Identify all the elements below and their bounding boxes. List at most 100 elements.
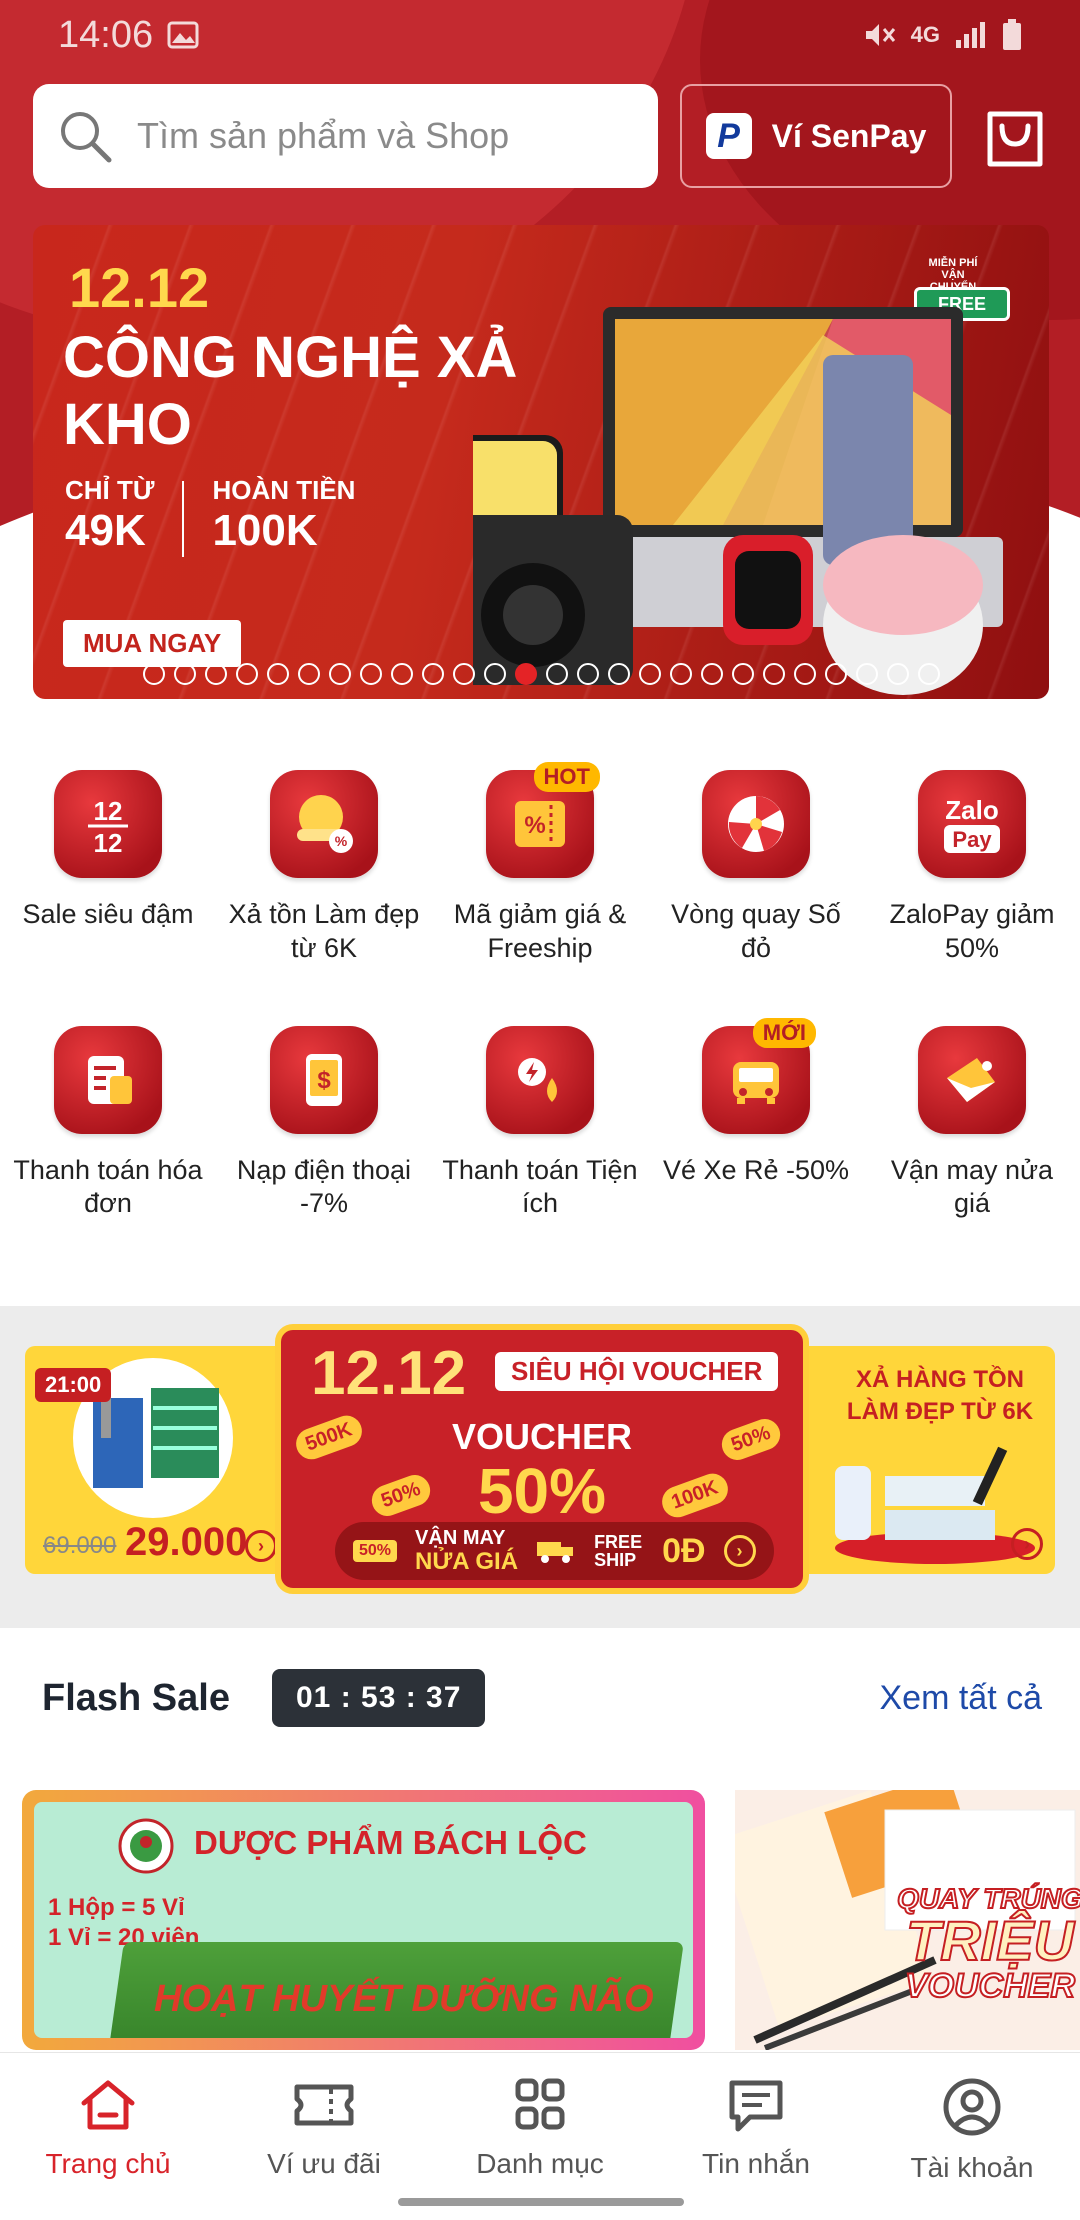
sale-1212-icon: 12 12 bbox=[54, 770, 162, 878]
svg-text:Zalo: Zalo bbox=[945, 795, 998, 825]
nav-item[interactable]: Danh mục bbox=[432, 2053, 648, 2220]
carousel-dot[interactable] bbox=[421, 663, 444, 685]
brand-logo-icon bbox=[118, 1818, 174, 1874]
carousel-dot[interactable] bbox=[483, 663, 506, 685]
category-item[interactable]: MỚI Vé Xe Rẻ -50% bbox=[648, 1017, 864, 1222]
category-label: Vé Xe Rẻ -50% bbox=[662, 1154, 850, 1185]
carousel-dot[interactable] bbox=[669, 663, 692, 685]
svg-text:%: % bbox=[335, 833, 348, 849]
senpay-wallet-button[interactable]: P Ví SenPay bbox=[680, 84, 952, 188]
category-item[interactable]: Thanh toán hóa đơn bbox=[0, 1025, 216, 1222]
beauty-clearance-icon: % bbox=[270, 770, 378, 878]
nav-label: Tài khoản bbox=[910, 2152, 1034, 2183]
carousel-dot[interactable] bbox=[328, 663, 351, 685]
product1-line1: 1 Hộp = 5 Vỉ bbox=[48, 1894, 185, 1921]
category-badge: HOT bbox=[533, 762, 600, 792]
carousel-dot[interactable] bbox=[700, 663, 723, 685]
clearance-title: XẢ HÀNG TỒN LÀM ĐẸP TỪ 6K bbox=[846, 1366, 1034, 1426]
carousel-dot[interactable] bbox=[204, 663, 227, 685]
signal-icon bbox=[956, 22, 985, 48]
carousel-dot[interactable] bbox=[886, 663, 909, 685]
carousel-dot[interactable] bbox=[855, 663, 878, 685]
svg-text:12: 12 bbox=[94, 796, 123, 826]
clearance-arrow-icon[interactable]: › bbox=[1011, 1528, 1043, 1560]
category-item[interactable]: Vòng quay Số đỏ bbox=[648, 770, 864, 966]
nav-item[interactable]: Ví ưu đãi bbox=[216, 2053, 432, 2220]
shopping-bag-icon[interactable] bbox=[982, 100, 1048, 170]
search-input[interactable]: Tìm sản phẩm và Shop bbox=[33, 84, 658, 188]
carousel-dot[interactable] bbox=[266, 663, 289, 685]
search-placeholder: Tìm sản phẩm và Shop bbox=[137, 115, 510, 156]
nav-item[interactable]: Trang chủ bbox=[0, 2053, 216, 2220]
carousel-dot[interactable] bbox=[390, 663, 413, 685]
beauty-products-image bbox=[835, 1446, 1035, 1564]
flash-sale-product-card-2[interactable]: QUAY TRÚNG TRIỆU VOUCHER bbox=[735, 1790, 1080, 2050]
bottom-navigation: Trang chủ Ví ưu đãi Danh mục Tin nhắn Tài kh… bbox=[0, 2052, 1080, 2220]
voucher-center-panel[interactable]: 12.12 SIÊU HỘI VOUCHER VOUCHER 50% 500K … bbox=[275, 1324, 809, 1594]
senpay-logo-icon: P bbox=[705, 113, 752, 159]
status-time: 14:06 bbox=[58, 13, 154, 56]
carousel-dot[interactable] bbox=[762, 663, 785, 685]
category-item[interactable]: Vận may nửa giá bbox=[864, 1025, 1080, 1222]
banner-cashback-value: 100K bbox=[212, 506, 318, 555]
carousel-dot[interactable] bbox=[514, 663, 537, 685]
half-price-luck-icon bbox=[918, 1025, 1026, 1134]
carousel-dot[interactable] bbox=[235, 663, 258, 685]
tech-products-illustration bbox=[473, 307, 1003, 695]
category-item[interactable]: % Xả tồn Làm đẹp từ 6K bbox=[216, 770, 432, 966]
lucky-voucher-badge: QUAY TRÚNG TRIỆU VOUCHER bbox=[896, 1883, 1080, 2005]
flash-sale-header: Flash Sale 01 : 53 : 37 Xem tất cả bbox=[42, 1660, 1042, 1736]
category-label: Vận may nửa giá bbox=[890, 1154, 1054, 1219]
svg-text:$: $ bbox=[317, 1067, 331, 1094]
free-ship-value: 0Đ bbox=[662, 1531, 706, 1570]
carousel-dot[interactable] bbox=[638, 663, 661, 685]
carousel-dot[interactable] bbox=[824, 663, 847, 685]
carousel-dot[interactable] bbox=[793, 663, 816, 685]
product1-box-text: HOẠT HUYẾT DƯỠNG NÃO bbox=[154, 1978, 654, 2020]
nav-label: Trang chủ bbox=[45, 2148, 171, 2179]
carousel-dot[interactable] bbox=[173, 663, 196, 685]
see-all-link[interactable]: Xem tất cả bbox=[879, 1679, 1042, 1718]
promo-banner-carousel[interactable]: 12.12 CÔNG NGHỆ XẢ KHO CHỈ TỪ 49K HOÀN T… bbox=[33, 225, 1049, 699]
nav-item[interactable]: Tin nhắn bbox=[648, 2053, 864, 2220]
category-item[interactable]: $ Nạp điện thoại -7% bbox=[216, 1025, 432, 1222]
banner-from-value: 49K bbox=[65, 506, 146, 555]
status-bar: 14:06 4G bbox=[0, 0, 1080, 70]
nav-label: Tin nhắn bbox=[702, 2148, 810, 2179]
home-icon bbox=[78, 2077, 138, 2138]
carousel-dot[interactable] bbox=[452, 663, 475, 685]
carousel-dot[interactable] bbox=[917, 663, 940, 685]
carousel-dot[interactable] bbox=[545, 663, 568, 685]
carousel-dot[interactable] bbox=[607, 663, 630, 685]
category-item[interactable]: Zalo Pay ZaloPay giảm 50% bbox=[864, 770, 1080, 966]
banner-buy-now-button[interactable]: MUA NGAY bbox=[63, 620, 242, 667]
category-item[interactable]: Thanh toán Tiện ích bbox=[432, 1025, 648, 1222]
svg-text:12: 12 bbox=[94, 828, 123, 856]
flash-sale-countdown: 01 : 53 : 37 bbox=[271, 1669, 486, 1727]
voucher-promo-banner[interactable]: 21:00 69.000 29.000 › 12.12 SIÊU HỘI VOU… bbox=[25, 1324, 1055, 1594]
flash-sale-title: Flash Sale bbox=[42, 1676, 230, 1719]
flash-sale-product-card[interactable]: DƯỢC PHẨM BÁCH LỘC 1 Hộp = 5 Vỉ 1 Vỉ = 2… bbox=[22, 1790, 705, 2050]
phone-topup-icon: $ bbox=[270, 1025, 378, 1134]
carousel-dot[interactable] bbox=[576, 663, 599, 685]
home-indicator[interactable] bbox=[398, 2198, 684, 2206]
category-label: ZaloPay giảm 50% bbox=[889, 899, 1055, 963]
search-icon bbox=[61, 112, 112, 163]
chip-50c: 50% bbox=[353, 1540, 398, 1563]
carousel-dots[interactable] bbox=[33, 663, 1049, 685]
deal-arrow-icon[interactable]: › bbox=[245, 1530, 277, 1562]
utilities-icon bbox=[486, 1025, 594, 1134]
carousel-dot[interactable] bbox=[142, 663, 165, 685]
deal-time-badge: 21:00 bbox=[35, 1368, 112, 1402]
category-item[interactable]: 12 12 Sale siêu đậm bbox=[0, 770, 216, 966]
carousel-dot[interactable] bbox=[359, 663, 382, 685]
carousel-dot[interactable] bbox=[731, 663, 754, 685]
category-item[interactable]: % HOT Mã giảm giá & Freeship bbox=[432, 762, 648, 966]
banner-date: 12.12 bbox=[69, 256, 210, 319]
bill-icon bbox=[54, 1025, 162, 1134]
nav-item[interactable]: Tài khoản bbox=[864, 2053, 1080, 2220]
carousel-dot[interactable] bbox=[297, 663, 320, 685]
ticket-icon bbox=[291, 2077, 357, 2138]
category-label: Sale siêu đậm bbox=[22, 899, 194, 929]
mute-icon bbox=[865, 24, 895, 46]
